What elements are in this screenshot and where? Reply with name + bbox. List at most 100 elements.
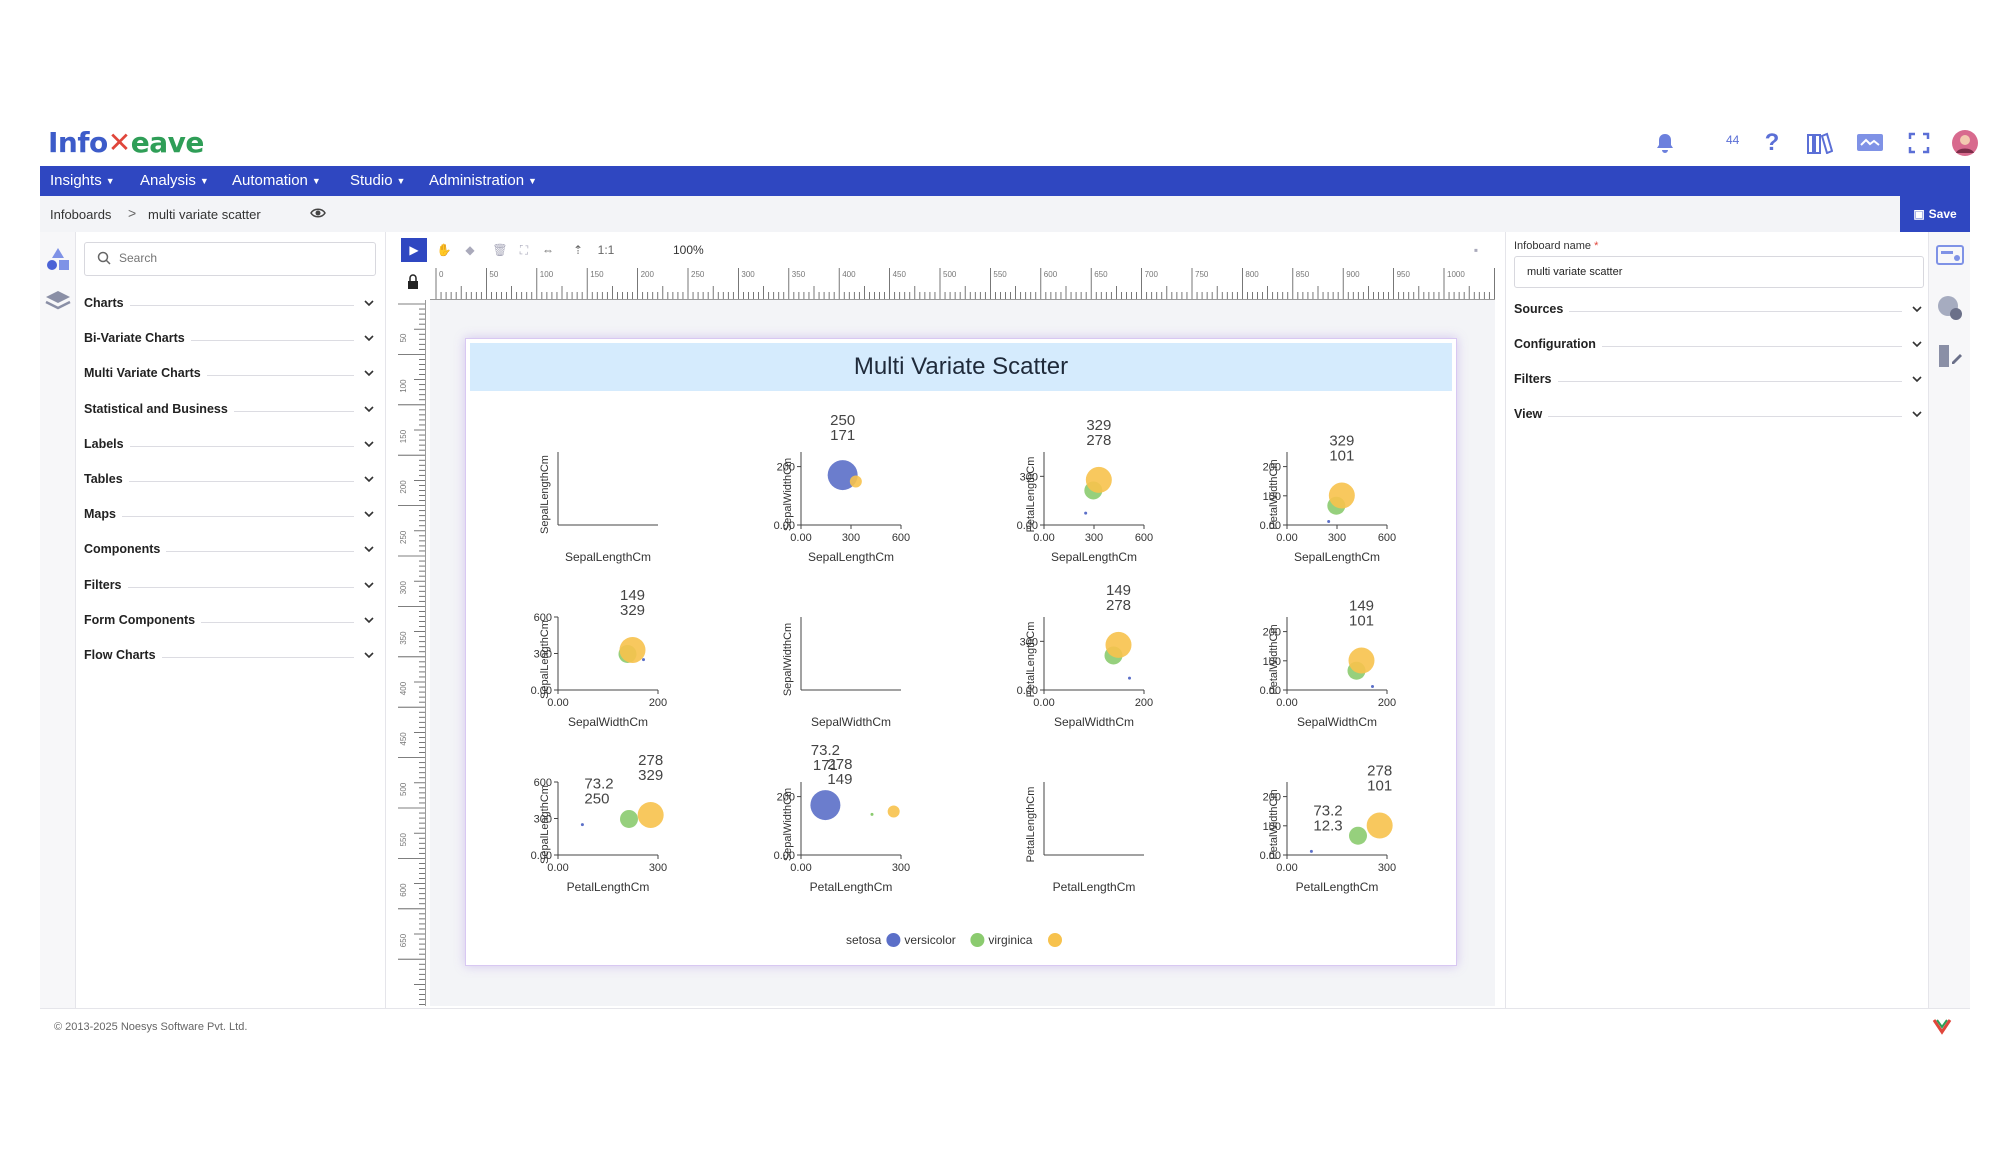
monitor-icon[interactable] (1855, 128, 1885, 158)
scatter-panel-sepallengthcm-vs-petallengthcm[interactable]: SepalLengthCmPetalLengthCm0.00 3000.00300… (531, 752, 668, 894)
category-components[interactable]: Components (84, 540, 376, 562)
scatter-point-virginica[interactable] (1328, 482, 1355, 509)
scatter-point-versicolor[interactable] (620, 809, 638, 828)
shapes-tool-icon[interactable]: ◆ (457, 238, 483, 262)
bell-icon[interactable] (1650, 128, 1680, 158)
scatter-panel-petalwidthcm-vs-sepalwidthcm[interactable]: PetalWidthCmSepalWidthCm0.00 2000.0010020… (1260, 598, 1397, 729)
theme-settings-icon[interactable] (1936, 294, 1964, 327)
scatter-panel-sepallengthcm-vs-sepallengthcm[interactable]: SepalLengthCm SepalLengthCm (539, 452, 658, 564)
section-sources[interactable]: Sources (1514, 300, 1924, 322)
scatter-point-setosa[interactable] (1327, 519, 1331, 523)
scatter-point-setosa[interactable] (1371, 684, 1374, 688)
scatter-panel-petalwidthcm-vs-petallengthcm[interactable]: PetalWidthCmPetalLengthCm0.00 3000.001002… (1260, 763, 1397, 894)
scatter-point-setosa[interactable] (642, 658, 645, 662)
user-avatar[interactable] (1950, 128, 1980, 158)
category-flow-charts[interactable]: Flow Charts (84, 646, 376, 668)
scatter-point-setosa[interactable] (1084, 511, 1088, 515)
chevron-down-icon[interactable] (362, 366, 376, 380)
legend-item-versicolor[interactable]: versicolor (904, 933, 985, 947)
scatter-point-versicolor[interactable] (870, 812, 874, 816)
undo-icon[interactable]: ⇔ (535, 238, 561, 262)
scatter-point-virginica[interactable] (1085, 466, 1112, 493)
category-filters[interactable]: Filters (84, 576, 376, 598)
search-input[interactable] (119, 251, 359, 265)
menu-analysis[interactable]: Analysis ▼ (140, 172, 209, 189)
layers-icon[interactable] (44, 288, 72, 319)
scatter-panel-sepalwidthcm-vs-petallengthcm[interactable]: SepalWidthCmPetalLengthCm0.00 3000.002007… (774, 742, 911, 894)
scatter-panel-petallengthcm-vs-sepalwidthcm[interactable]: PetalLengthCmSepalWidthCm0.00 2000.003001… (1017, 582, 1154, 729)
chevron-down-icon[interactable] (362, 613, 376, 627)
scatter-point-setosa[interactable] (1309, 849, 1313, 853)
chevron-down-icon[interactable] (362, 648, 376, 662)
menu-insights[interactable]: Insights ▼ (50, 172, 115, 189)
scatter-point-setosa[interactable] (810, 790, 841, 821)
section-filters[interactable]: Filters (1514, 370, 1924, 392)
search-field[interactable] (84, 242, 376, 276)
section-view[interactable]: View (1514, 405, 1924, 427)
multi-variate-scatter-widget[interactable]: Multi Variate Scatter SepalLengthCm Sepal… (465, 338, 1457, 966)
chevron-down-icon[interactable] (1910, 302, 1924, 316)
chevron-down-icon[interactable] (362, 331, 376, 345)
widget-settings-icon[interactable] (1936, 244, 1964, 273)
chevron-down-icon[interactable] (362, 542, 376, 556)
legend-item-virginica[interactable]: virginica (988, 933, 1062, 947)
data-settings-icon[interactable] (1936, 342, 1964, 375)
chevron-down-icon[interactable] (362, 507, 376, 521)
align-top-icon[interactable]: ⇡ (565, 238, 591, 262)
scatter-point-virginica[interactable] (1348, 647, 1375, 674)
shapes-icon[interactable] (44, 246, 72, 277)
scatter-panel-petallengthcm-vs-petallengthcm[interactable]: PetalLengthCm PetalLengthCm (1025, 782, 1144, 894)
ruler-lock-icon[interactable] (396, 266, 430, 300)
save-button[interactable]: ▣ Save (1900, 196, 1970, 232)
fullscreen-icon[interactable] (1904, 128, 1934, 158)
category-statistical-and-business[interactable]: Statistical and Business (84, 400, 376, 422)
scatter-point-setosa[interactable] (580, 823, 584, 827)
menu-studio[interactable]: Studio ▼ (350, 172, 405, 189)
ratio-button[interactable]: 1:1 (593, 238, 619, 262)
select-pointer-icon[interactable]: ▶ (401, 238, 427, 262)
chevron-down-icon[interactable] (1910, 372, 1924, 386)
panel-toggle-icon[interactable]: ▪ (1463, 238, 1489, 262)
category-multi-variate-charts[interactable]: Multi Variate Charts (84, 364, 376, 386)
breadcrumb-infoboards[interactable]: Infoboards (50, 207, 111, 222)
section-configuration[interactable]: Configuration (1514, 335, 1924, 357)
pan-hand-icon[interactable]: ✋ (431, 238, 457, 262)
category-charts[interactable]: Charts (84, 294, 376, 316)
scatter-panel-sepalwidthcm-vs-sepallengthcm[interactable]: SepalWidthCmSepalLengthCm0.00 300 6000.002… (774, 412, 911, 564)
legend-item-setosa[interactable]: setosa (846, 933, 901, 947)
chevron-down-icon[interactable] (362, 437, 376, 451)
scatter-point-versicolor[interactable] (1349, 826, 1367, 845)
menu-automation[interactable]: Automation ▼ (232, 172, 321, 189)
scatter-point-setosa[interactable] (1128, 676, 1131, 680)
eye-icon[interactable] (310, 206, 326, 225)
category-labels[interactable]: Labels (84, 435, 376, 457)
category-maps[interactable]: Maps (84, 505, 376, 527)
scatter-panel-sepalwidthcm-vs-sepalwidthcm[interactable]: SepalWidthCm SepalWidthCm (782, 617, 901, 729)
category-bi-variate-charts[interactable]: Bi-Variate Charts (84, 329, 376, 351)
help-icon[interactable]: ? (1757, 128, 1787, 158)
chevron-down-icon[interactable] (362, 402, 376, 416)
scatter-point-virginica[interactable] (1105, 631, 1132, 658)
delete-icon[interactable]: 🗑 (487, 238, 513, 262)
library-icon[interactable] (1805, 128, 1835, 158)
zoom-level[interactable]: 100% (673, 243, 704, 257)
scatter-point-virginica[interactable] (637, 801, 664, 828)
chevron-down-icon[interactable] (1910, 337, 1924, 351)
category-tables[interactable]: Tables (84, 470, 376, 492)
scatter-point-virginica[interactable] (1366, 812, 1393, 839)
menu-administration[interactable]: Administration ▼ (429, 172, 537, 189)
chevron-down-icon[interactable] (362, 296, 376, 310)
scatter-point-virginica[interactable] (619, 636, 646, 663)
scatter-point-virginica[interactable] (849, 475, 862, 488)
chevron-down-icon[interactable] (1910, 407, 1924, 421)
scatter-panel-petalwidthcm-vs-sepallengthcm[interactable]: PetalWidthCmSepalLengthCm0.00 300 6000.001… (1260, 433, 1397, 564)
scatter-point-virginica[interactable] (887, 805, 900, 818)
scatter-panel-petallengthcm-vs-sepallengthcm[interactable]: PetalLengthCmSepalLengthCm0.00 300 6000.00… (1017, 417, 1154, 564)
chevron-down-icon[interactable] (362, 472, 376, 486)
infoveave-logo[interactable]: Info✕eave (48, 126, 204, 159)
scatter-panel-sepallengthcm-vs-sepalwidthcm[interactable]: SepalLengthCmSepalWidthCm0.00 2000.003006… (531, 587, 668, 729)
category-form-components[interactable]: Form Components (84, 611, 376, 633)
infoboard-name-input[interactable] (1514, 256, 1924, 288)
crop-icon[interactable]: ⛶ (511, 238, 537, 262)
chevron-down-icon[interactable] (362, 578, 376, 592)
